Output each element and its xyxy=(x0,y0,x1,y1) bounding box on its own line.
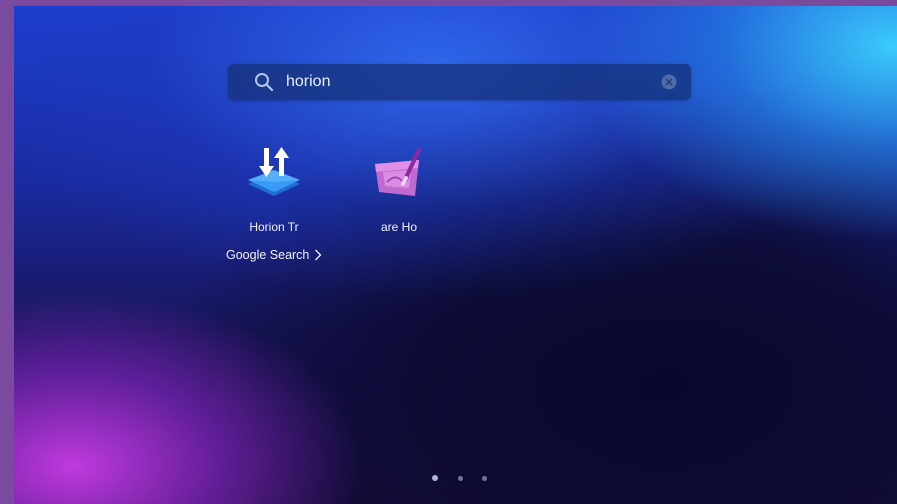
app-label: Horion Tr xyxy=(249,220,299,234)
chevron-right-icon xyxy=(315,249,322,261)
google-search-link[interactable]: Google Search xyxy=(226,246,322,264)
google-search-label: Google Search xyxy=(226,248,310,262)
page-dot-3[interactable] xyxy=(482,476,487,481)
app-result-horion-software[interactable]: are Ho xyxy=(349,144,449,244)
drawing-tablet-icon xyxy=(375,148,421,196)
page-indicator xyxy=(426,474,496,484)
page-dot-1[interactable] xyxy=(432,475,438,481)
search-icon xyxy=(255,73,274,92)
app-label: are Ho xyxy=(380,220,418,234)
page-dot-2[interactable] xyxy=(458,476,463,481)
display-bezel: Horion Tr are Ho Google Search xyxy=(0,0,897,504)
transfer-arrows-icon xyxy=(248,147,300,196)
clear-search-icon[interactable] xyxy=(661,74,677,90)
search-input[interactable] xyxy=(286,68,646,96)
app-result-horion-transfer[interactable]: Horion Tr xyxy=(224,144,324,244)
search-bar[interactable] xyxy=(228,64,691,100)
launcher-screen: Horion Tr are Ho Google Search xyxy=(14,6,897,504)
